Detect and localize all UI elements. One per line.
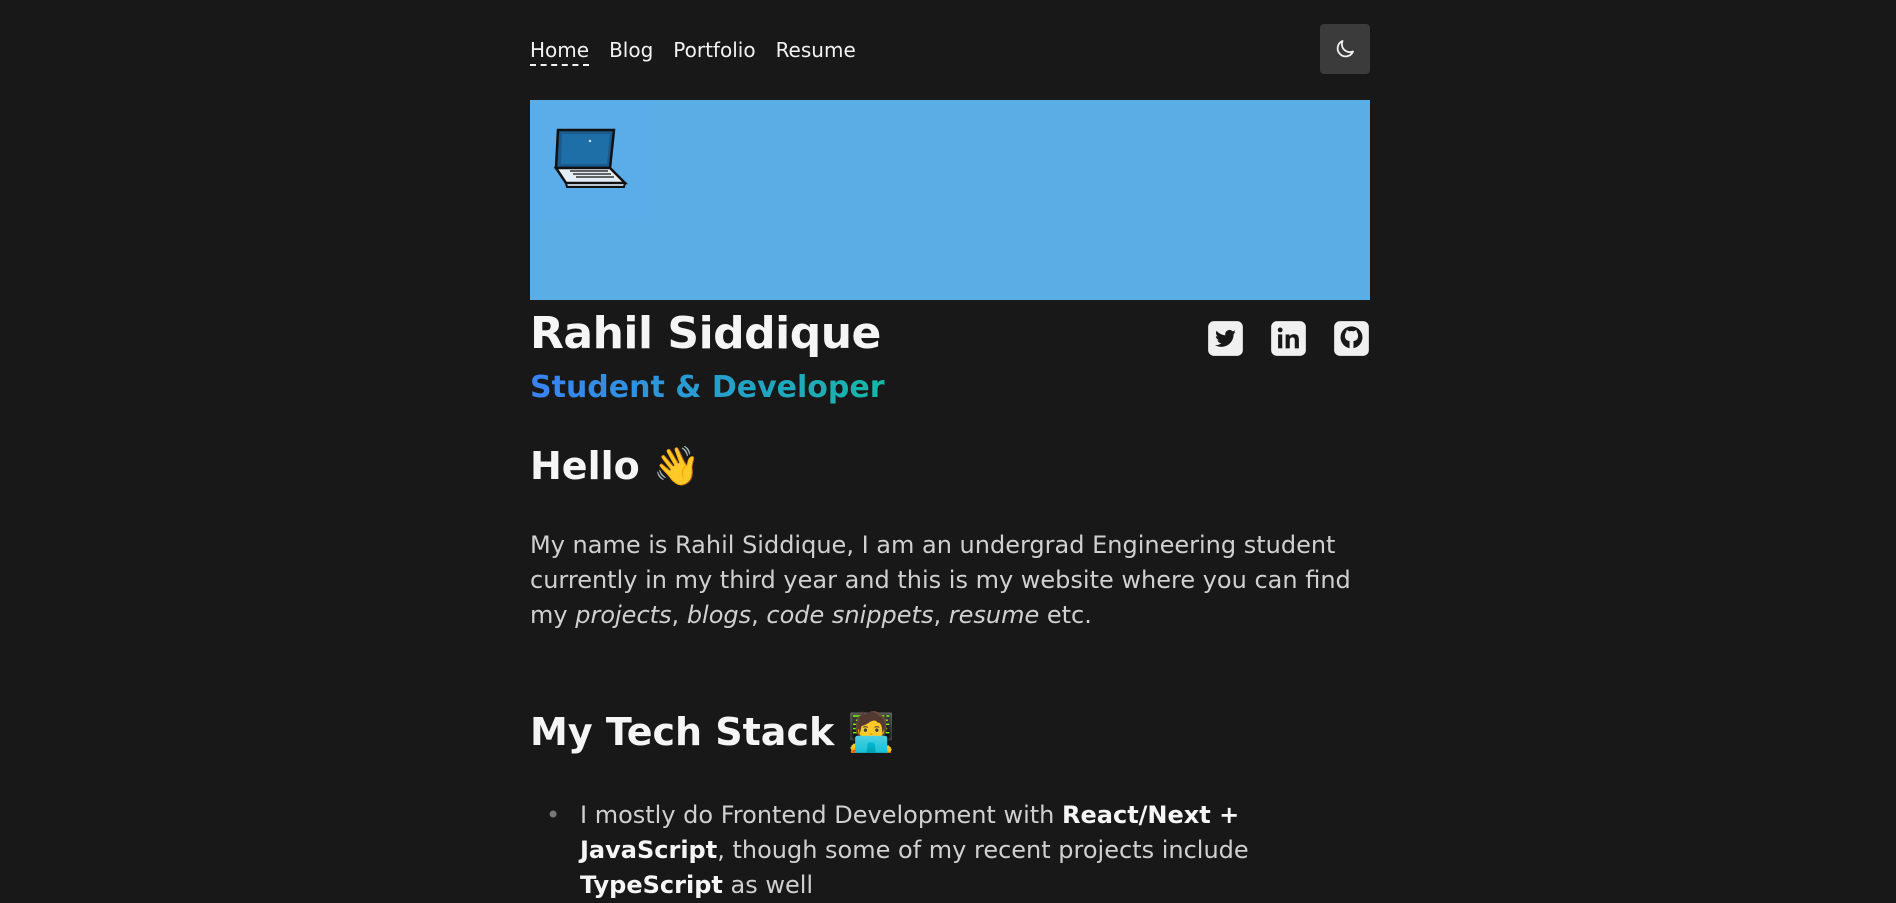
intro-blogs: blogs xyxy=(686,601,752,629)
twitter-icon xyxy=(1208,321,1243,356)
profile-subtitle: Student & Developer xyxy=(530,370,885,405)
intro-projects: projects xyxy=(575,601,672,629)
banner-tile xyxy=(530,100,650,220)
nav-home-link[interactable]: Home xyxy=(530,38,590,66)
intro-text-end: etc. xyxy=(1039,601,1092,629)
intro-separator: , xyxy=(671,601,687,629)
github-link[interactable] xyxy=(1333,320,1370,357)
profile-name: Rahil Siddique xyxy=(530,308,881,359)
linkedin-icon xyxy=(1271,321,1306,356)
intro-separator: , xyxy=(933,601,949,629)
moon-icon xyxy=(1336,40,1354,58)
linkedin-link[interactable] xyxy=(1270,320,1307,357)
tech-stack-heading: My Tech Stack 🧑‍💻 xyxy=(530,710,895,755)
nav-blog-link[interactable]: Blog xyxy=(609,38,653,66)
twitter-link[interactable] xyxy=(1207,320,1244,357)
intro-paragraph: My name is Rahil Siddique, I am an under… xyxy=(530,528,1370,633)
top-navigation: Home Blog Portfolio Resume xyxy=(530,24,1370,76)
waving-hand-emoji: 👋 xyxy=(652,444,701,488)
nav-links: Home Blog Portfolio Resume xyxy=(530,38,856,66)
list-item-bold: TypeScript xyxy=(580,871,723,899)
technologist-emoji: 🧑‍💻 xyxy=(847,710,895,754)
social-links xyxy=(1207,320,1370,357)
list-bullet: • xyxy=(546,801,561,829)
list-item-text: , though some of my recent projects incl… xyxy=(717,836,1249,864)
tech-stack-list: • I mostly do Frontend Development with R… xyxy=(530,798,1370,903)
tech-stack-heading-text: My Tech Stack xyxy=(530,710,835,754)
list-item-text: I mostly do Frontend Development with xyxy=(580,801,1063,829)
intro-separator: , xyxy=(751,601,767,629)
nav-portfolio-link[interactable]: Portfolio xyxy=(673,38,755,66)
profile-banner xyxy=(530,100,1370,300)
github-icon xyxy=(1334,321,1369,356)
intro-resume: resume xyxy=(948,601,1040,629)
nav-resume-link[interactable]: Resume xyxy=(776,38,856,66)
intro-code-snippets: code snippets xyxy=(766,601,934,629)
list-item: • I mostly do Frontend Development with R… xyxy=(530,798,1370,903)
list-item-text: as well xyxy=(722,871,814,899)
hello-heading: Hello 👋 xyxy=(530,444,700,489)
hello-heading-text: Hello xyxy=(530,444,640,488)
laptop-icon xyxy=(553,128,628,188)
theme-toggle-button[interactable] xyxy=(1320,24,1370,74)
